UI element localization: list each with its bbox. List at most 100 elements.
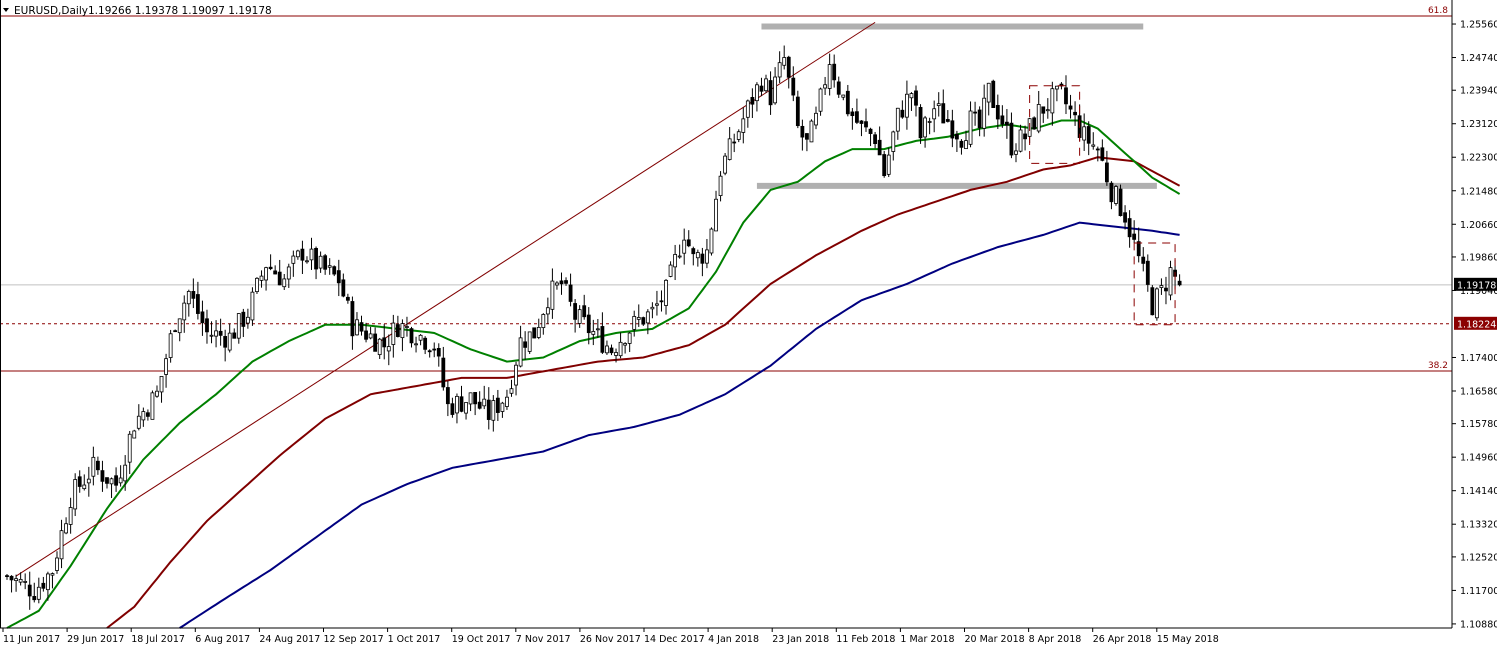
candle-body-down (864, 121, 868, 128)
y-tick-label: 1.10880 (1460, 619, 1497, 630)
candle-body-up (1050, 88, 1055, 114)
candle-body-up (727, 138, 732, 160)
candle-body-up (18, 578, 23, 583)
candle (1114, 184, 1118, 206)
x-tick-label: 1 Mar 2018 (900, 634, 954, 645)
candle-body-down (977, 109, 982, 129)
candle-body-up (550, 280, 555, 310)
candle-body-down (955, 133, 959, 140)
candle-body-down (973, 111, 977, 114)
candle-body-up (709, 228, 714, 254)
candle-body-down (1164, 287, 1168, 292)
candle-body-down (441, 357, 446, 388)
candle-body-up (1018, 129, 1023, 152)
candle-body-down (382, 337, 387, 348)
candle-body-up (923, 117, 927, 138)
candle-body-down (232, 332, 237, 339)
chart-area[interactable]: 61.8 38.2 1.25560 1.24740 1.23940 1.23120 1.2… (0, 0, 1497, 650)
current-price-label: 1.19178 (1457, 280, 1496, 291)
candle-body-down (1177, 280, 1182, 286)
price-chart[interactable]: 61.8 38.2 1.25560 1.24740 1.23940 1.23120 1.2… (0, 0, 1497, 650)
candle-body-down (582, 305, 587, 318)
candle-body-up (159, 376, 164, 393)
candle-body-down (859, 120, 864, 124)
candle-body-down (1141, 256, 1146, 264)
candle-body-up (886, 154, 891, 175)
x-tick-label: 1 Oct 2017 (388, 634, 441, 645)
x-tick-label: 4 Jan 2018 (708, 634, 759, 645)
candle (1154, 287, 1159, 321)
candle-body-up (455, 395, 459, 414)
candle (709, 227, 714, 256)
candle-body-up (841, 94, 846, 98)
candle-body-down (791, 77, 796, 96)
candle-body-down (268, 266, 273, 270)
candle-body-down (786, 56, 791, 78)
candle-body-up (891, 131, 896, 152)
candle-body-down (805, 133, 809, 140)
candle-body-down (191, 291, 196, 299)
y-tick-label: 1.23120 (1460, 119, 1497, 130)
y-tick-label: 1.22300 (1460, 153, 1497, 164)
candle-body-up (86, 478, 91, 484)
candle-body-down (836, 81, 841, 95)
candle-body-down (1023, 133, 1027, 140)
candle-body-up (623, 343, 628, 346)
y-tick-label: 1.25560 (1460, 20, 1497, 31)
candle (168, 329, 173, 363)
candle-body-up (682, 239, 687, 254)
candle-body-down (350, 301, 355, 337)
ohlc-readout: 1.19266 1.19378 1.19097 1.19178 (88, 5, 272, 17)
candle-body-down (573, 303, 578, 320)
candle-body-down (1009, 122, 1014, 156)
candle (1032, 116, 1037, 130)
candle (532, 327, 537, 339)
x-tick-label: 19 Oct 2017 (452, 634, 511, 645)
candle-body-up (118, 477, 123, 484)
x-tick-label: 12 Sep 2017 (324, 634, 384, 645)
candle-body-up (745, 100, 750, 118)
candle-body-up (614, 352, 618, 356)
candle (882, 150, 887, 178)
candle-body-down (855, 111, 859, 123)
candle-body-up (368, 333, 373, 339)
candle-body-down (223, 336, 228, 348)
candle-body-down (277, 271, 282, 286)
candle-body-down (336, 270, 341, 284)
candle-body-up (695, 252, 700, 259)
candle (250, 287, 255, 326)
candle-body-up (555, 282, 559, 286)
candle-body-up (491, 400, 496, 421)
candle-body-up (182, 302, 187, 321)
x-tick-label: 20 Mar 2018 (965, 634, 1025, 645)
candle-body-down (1150, 287, 1155, 316)
x-tick-label: 26 Apr 2018 (1093, 634, 1152, 645)
candle-body-up (168, 333, 173, 358)
candle-body-up (677, 255, 682, 258)
candle-body-up (527, 331, 532, 352)
candle-body-up (164, 358, 168, 375)
candle-body-up (1159, 285, 1164, 288)
candle-body-up (236, 313, 241, 339)
candle-body-down (523, 341, 528, 348)
candle-body-down (195, 294, 200, 314)
candle-body-down (345, 296, 350, 301)
candle-body-up (55, 557, 59, 571)
candle-body-up (618, 341, 623, 357)
candle-body-down (1073, 111, 1077, 116)
candle (723, 153, 728, 176)
candle-body-down (173, 330, 178, 333)
candle-body-up (673, 254, 678, 268)
candle-body-up (286, 266, 291, 280)
candle-body-up (282, 278, 287, 288)
candle-body-up (518, 337, 523, 367)
candle-body-down (436, 348, 441, 357)
candle-body-up (909, 93, 914, 99)
candle-body-down (795, 96, 800, 127)
candle-body-up (414, 343, 418, 346)
candle-body-down (332, 266, 337, 275)
candle-body-up (809, 120, 814, 143)
candle-body-down (532, 327, 537, 339)
candle-body-up (82, 484, 87, 490)
candle (991, 79, 996, 108)
